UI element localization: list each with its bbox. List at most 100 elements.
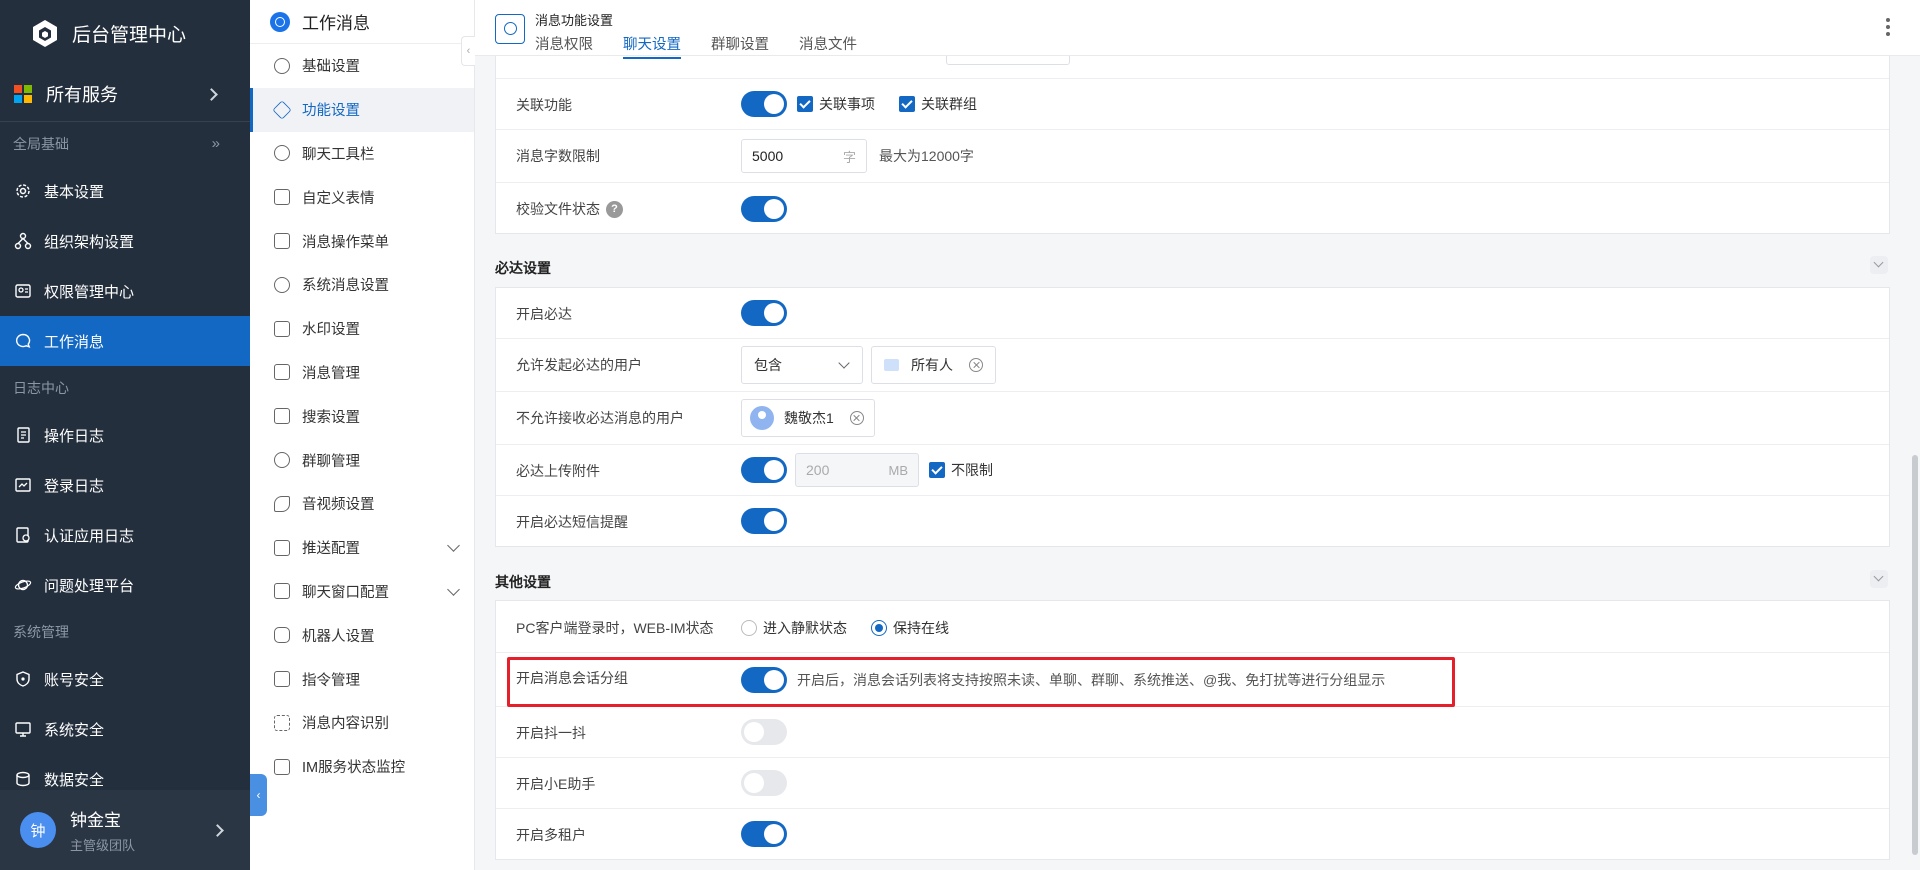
- user-name: 钟金宝: [70, 811, 121, 830]
- phone-icon: [274, 495, 290, 512]
- radio-silent[interactable]: [741, 620, 757, 636]
- user-team: 主管级团队: [70, 838, 136, 853]
- chevron-right-icon: [205, 88, 218, 101]
- link-function-toggle[interactable]: [741, 91, 787, 117]
- row-shake: 开启抖一抖: [496, 707, 1889, 758]
- bida-sms-toggle[interactable]: [741, 508, 787, 534]
- nav-item-auth-app-log[interactable]: 认证应用日志: [0, 510, 250, 560]
- subnav-item-av-settings[interactable]: 音视频设置: [250, 482, 474, 526]
- chevron-down-icon[interactable]: [447, 538, 460, 552]
- tab-message-permission[interactable]: 消息权限: [535, 33, 593, 59]
- window-icon: [274, 583, 290, 600]
- all-services-button[interactable]: 所有服务: [0, 66, 250, 122]
- more-options-icon[interactable]: [1886, 18, 1890, 38]
- scan-icon: [274, 714, 290, 731]
- multi-tenant-toggle[interactable]: [741, 821, 787, 847]
- unlimited-checkbox[interactable]: [929, 462, 945, 478]
- tab-message-files[interactable]: 消息文件: [799, 33, 857, 59]
- verify-file-toggle[interactable]: [741, 196, 787, 222]
- subnav-item-chat-toolbar[interactable]: 聊天工具栏: [250, 132, 474, 176]
- command-icon: [274, 671, 290, 688]
- subnav-item-search-settings[interactable]: 搜索设置: [250, 394, 474, 438]
- row-enable-bida: 开启必达: [496, 288, 1889, 339]
- tab-group-settings[interactable]: 群聊设置: [711, 33, 769, 59]
- robot-icon: [274, 627, 290, 644]
- chevron-down-icon: [838, 357, 850, 369]
- remove-user-icon[interactable]: [849, 411, 864, 425]
- brand[interactable]: 后台管理中心: [0, 0, 250, 66]
- user-avatar-icon: [750, 406, 774, 430]
- subnav-item-watermark[interactable]: 水印设置: [250, 307, 474, 351]
- row-pc-status: PC客户端登录时，WEB-IM状态 进入静默状态 保持在线: [496, 601, 1889, 653]
- sidebar-toggle-button[interactable]: ‹: [250, 774, 267, 816]
- link-group-checkbox[interactable]: [899, 96, 915, 112]
- subnav-item-content-recognition[interactable]: 消息内容识别: [250, 701, 474, 745]
- char-limit-input[interactable]: 5000 字: [741, 139, 867, 173]
- section-title-other: 其他设置: [495, 574, 551, 590]
- user-profile[interactable]: 钟 钟金宝 主管级团队: [0, 790, 250, 870]
- bida-upload-toggle[interactable]: [741, 457, 787, 483]
- nav-item-work-message[interactable]: 工作消息: [0, 316, 250, 366]
- subnav-item-im-monitor[interactable]: IM服务状态监控: [250, 745, 474, 789]
- main-sidebar: 后台管理中心 所有服务 全局基础 » 基本设置 组织架构设置 权限管理中心 工作…: [0, 0, 250, 870]
- link-matter-checkbox[interactable]: [797, 96, 813, 112]
- avatar: 钟: [20, 812, 56, 848]
- tab-chat-settings[interactable]: 聊天设置: [623, 33, 681, 59]
- remove-tag-icon[interactable]: [969, 358, 983, 372]
- subnav-item-chat-window-config[interactable]: 聊天窗口配置: [250, 570, 474, 614]
- denied-user-tag[interactable]: 魏敬杰1: [741, 399, 875, 437]
- subnav-item-group-management[interactable]: 群聊管理: [250, 438, 474, 482]
- enable-bida-toggle[interactable]: [741, 300, 787, 326]
- double-chevron-right-icon[interactable]: »: [212, 122, 220, 166]
- upload-size-input[interactable]: 200 MB: [795, 453, 919, 487]
- apps-grid-icon: [14, 84, 32, 103]
- scrollbar-thumb[interactable]: [1912, 455, 1918, 855]
- message-doc-icon: [274, 364, 290, 381]
- id-card-icon: [15, 284, 31, 298]
- menu-doc-icon: [274, 233, 290, 250]
- nav-item-login-log[interactable]: 登录日志: [0, 460, 250, 510]
- subnav-item-message-menu[interactable]: 消息操作菜单: [250, 219, 474, 263]
- cube-icon: [272, 100, 292, 120]
- watermark-icon: [274, 320, 290, 337]
- database-icon: [16, 771, 30, 787]
- subnav-item-function-settings[interactable]: 功能设置: [250, 87, 474, 132]
- subnav-item-push-config[interactable]: 推送配置: [250, 526, 474, 570]
- group-title-logs: 日志中心: [13, 380, 69, 396]
- radio-stay-online[interactable]: [871, 620, 887, 636]
- subnav-item-system-message[interactable]: 系统消息设置: [250, 263, 474, 307]
- allowed-mode-select[interactable]: 包含: [741, 346, 863, 384]
- subnav-item-basic[interactable]: 基础设置: [250, 44, 474, 88]
- shake-toggle[interactable]: [741, 719, 787, 745]
- allowed-target-tag[interactable]: 所有人: [871, 346, 996, 384]
- subnav-header: 工作消息: [250, 0, 474, 44]
- login-log-icon: [15, 478, 31, 492]
- chevron-down-icon[interactable]: [447, 582, 460, 596]
- search-doc-icon: [274, 408, 290, 425]
- row-multi-tenant: 开启多租户: [496, 809, 1889, 860]
- other-settings-card: PC客户端登录时，WEB-IM状态 进入静默状态 保持在线 开启消息会话分组 开…: [495, 600, 1890, 860]
- collapse-chevron-icon[interactable]: [1870, 570, 1888, 588]
- nav-item-account-security[interactable]: 账号安全: [0, 654, 250, 704]
- page-title: 消息功能设置: [535, 13, 614, 28]
- chat-function-card: 关联功能 关联事项 关联群组 消息字数限制 5000 字 最大为12000字 校…: [495, 27, 1890, 234]
- nav-item-issue-platform[interactable]: 问题处理平台: [0, 560, 250, 610]
- system-message-icon: [274, 276, 290, 293]
- cube-logo-icon: [33, 20, 57, 47]
- subnav-item-custom-emoji[interactable]: 自定义表情: [250, 175, 474, 219]
- nav-item-org-structure[interactable]: 组织架构设置: [0, 216, 250, 266]
- chart-monitor-icon: [274, 758, 290, 775]
- subnav-item-robot-settings[interactable]: 机器人设置: [250, 613, 474, 657]
- help-icon[interactable]: ?: [606, 200, 623, 218]
- nav-item-permission-center[interactable]: 权限管理中心: [0, 266, 250, 316]
- subnav-item-message-management[interactable]: 消息管理: [250, 351, 474, 395]
- chat-bubble-icon: [495, 14, 525, 44]
- xiaoe-toggle[interactable]: [741, 770, 787, 796]
- collapse-chevron-icon[interactable]: [1870, 256, 1888, 274]
- subnav-item-command-management[interactable]: 指令管理: [250, 657, 474, 701]
- nav-item-basic-settings[interactable]: 基本设置: [0, 166, 250, 216]
- nav-item-system-security[interactable]: 系统安全: [0, 704, 250, 754]
- all-services-label: 所有服务: [46, 84, 118, 105]
- nav-item-operation-log[interactable]: 操作日志: [0, 410, 250, 460]
- row-denied-users: 不允许接收必达消息的用户 魏敬杰1: [496, 392, 1889, 445]
